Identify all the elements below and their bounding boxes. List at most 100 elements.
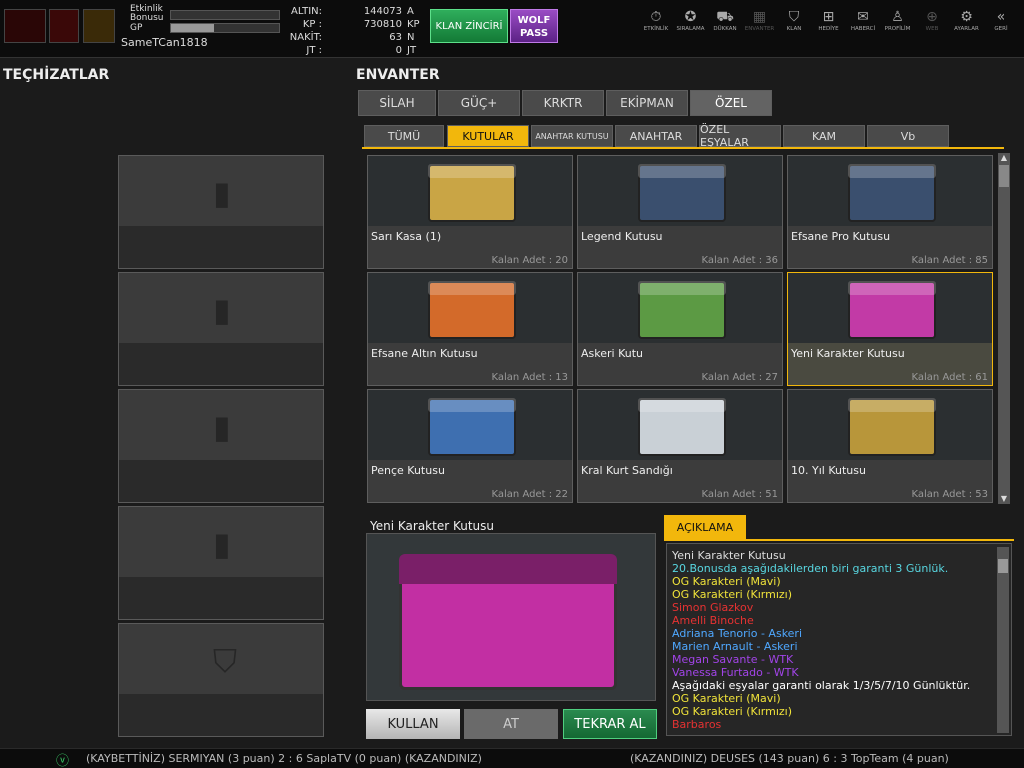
description-line: Vanessa Furtado - WTK — [672, 666, 799, 679]
spray-icon: ▮ — [213, 408, 231, 446]
currency-value: 0 — [395, 45, 402, 56]
item-card[interactable]: Yeni Karakter Kutusu Kalan Adet : 61 — [787, 272, 993, 386]
item-image — [788, 156, 992, 226]
nav-label: HEDİYE — [818, 26, 839, 32]
item-name: Legend Kutusu — [581, 230, 663, 243]
ticker-info-icon: ⓥ — [56, 754, 70, 768]
currency-value: 63 — [389, 32, 402, 43]
item-card[interactable]: Askeri Kutu Kalan Adet : 27 — [577, 272, 783, 386]
subtab-kam[interactable]: KAM — [783, 125, 865, 147]
klan-zinciri-button[interactable]: KLAN ZİNCİRİ — [430, 9, 508, 43]
nav-globe[interactable]: ⊕ WEB — [916, 8, 948, 42]
item-card[interactable]: Legend Kutusu Kalan Adet : 36 — [577, 155, 783, 269]
item-name: 10. Yıl Kutusu — [791, 464, 866, 477]
gp-progress-bar — [170, 23, 280, 33]
currency-row-cash: NAKİT: 63 N — [284, 31, 422, 44]
equipment-slot[interactable]: ⛉ — [118, 623, 324, 737]
currency-label: NAKİT: — [289, 32, 322, 43]
item-image — [368, 273, 572, 343]
description-line: Marien Arnault - Askeri — [672, 640, 798, 653]
tab-silah[interactable]: SİLAH — [358, 90, 436, 116]
subtab-tumu[interactable]: TÜMÜ — [364, 125, 444, 147]
preview-title: Yeni Karakter Kutusu — [370, 519, 495, 533]
description-scroll-thumb[interactable] — [998, 559, 1008, 573]
tab-ekipman[interactable]: EKİPMAN — [606, 90, 688, 116]
tab-krktr[interactable]: KRKTR — [522, 90, 604, 116]
description-line: OG Karakteri (Mavi) — [672, 692, 781, 705]
currency-unit: JT — [407, 45, 417, 56]
scroll-thumb[interactable] — [999, 165, 1009, 187]
use-button[interactable]: KULLAN — [366, 709, 460, 739]
item-name: Kral Kurt Sandığı — [581, 464, 673, 477]
tab-guc[interactable]: GÜÇ+ — [438, 90, 520, 116]
inventory-icon: ▦ — [752, 9, 767, 25]
currency-panel: ALTIN: 144073 A KP : 730810 KP NAKİT: 63 N JT … — [284, 5, 422, 57]
equipment-slot[interactable]: ▮ — [118, 155, 324, 269]
item-count: Kalan Adet : 61 — [911, 372, 988, 383]
match-ticker: ⓥ (KAYBETTİNİZ) SERMIYAN (3 puan) 2 : 6 … — [0, 748, 1024, 768]
nav-inventory[interactable]: ▦ ENVANTER — [744, 8, 776, 42]
item-name: Pençe Kutusu — [371, 464, 445, 477]
item-card[interactable]: Pençe Kutusu Kalan Adet : 22 — [367, 389, 573, 503]
scroll-up-icon[interactable]: ▲ — [998, 153, 1010, 163]
nav-back[interactable]: «GERİ — [985, 8, 1017, 42]
scroll-down-icon[interactable]: ▼ — [998, 494, 1010, 504]
equipment-slot[interactable]: ▮ — [118, 272, 324, 386]
description-line: 20.Bonusda aşağıdakilerden biri garanti … — [672, 562, 949, 575]
description-scrollbar[interactable] — [997, 547, 1009, 733]
rebuy-button[interactable]: TEKRAR AL — [563, 709, 657, 739]
description-line: Amelli Binoche — [672, 614, 754, 627]
drop-button[interactable]: AT — [464, 709, 558, 739]
description-underline — [664, 539, 1014, 541]
item-card[interactable]: Kral Kurt Sandığı Kalan Adet : 51 — [577, 389, 783, 503]
nav-label: PROFİLİM — [884, 26, 911, 32]
nav-label: GERİ — [994, 26, 1008, 32]
ticker-left: (KAYBETTİNİZ) SERMIYAN (3 puan) 2 : 6 Sa… — [86, 752, 482, 765]
nav-megaphone[interactable]: ✉ HABERCİ — [847, 8, 879, 42]
grid-scrollbar[interactable]: ▲ ▼ — [998, 153, 1010, 504]
stopwatch-icon: ⏱ — [650, 9, 662, 25]
nav-cart[interactable]: ⛟ DÜKKAN — [709, 8, 741, 42]
nav-label: SIRALAMA — [676, 26, 705, 32]
subtab-kutular[interactable]: KUTULAR — [447, 125, 529, 147]
item-count: Kalan Adet : 27 — [701, 372, 778, 383]
description-tab[interactable]: AÇIKLAMA — [664, 515, 746, 539]
item-image — [578, 390, 782, 460]
subtab-anahtar-kutusu[interactable]: ANAHTAR KUTUSU — [531, 125, 613, 147]
ticker-right: (KAZANDINIZ) DEUSES (143 puan) 6 : 3 Top… — [630, 752, 949, 765]
nav-profile[interactable]: ♙ PROFİLİM — [882, 8, 914, 42]
nav-medal[interactable]: ✪ SIRALAMA — [675, 8, 707, 42]
item-count: Kalan Adet : 20 — [491, 255, 568, 266]
nav-shield[interactable]: ⛉ KLAN — [778, 8, 810, 42]
back-icon: « — [996, 9, 1006, 25]
nav-stopwatch[interactable]: ⏱ ETKİNLİK — [640, 8, 672, 42]
subtab-underline — [362, 147, 1004, 149]
box-lid — [848, 164, 936, 178]
item-card[interactable]: Efsane Pro Kutusu Kalan Adet : 85 — [787, 155, 993, 269]
player-name: SameTCan1818 — [121, 36, 208, 49]
item-image — [368, 390, 572, 460]
nav-gift[interactable]: ⊞ HEDİYE — [813, 8, 845, 42]
item-card[interactable]: 10. Yıl Kutusu Kalan Adet : 53 — [787, 389, 993, 503]
item-name: Askeri Kutu — [581, 347, 643, 360]
equipment-slot[interactable]: ▮ — [118, 389, 324, 503]
item-count: Kalan Adet : 53 — [911, 489, 988, 500]
description-line: OG Karakteri (Mavi) — [672, 575, 781, 588]
currency-label: JT : — [306, 45, 322, 56]
subtab-ozel-esyalar[interactable]: ÖZEL EŞYALAR — [699, 123, 781, 149]
nav-gear[interactable]: ⚙ AYARLAR — [951, 8, 983, 42]
equipment-slot[interactable]: ▮ — [118, 506, 324, 620]
description-line: Aşağıdaki eşyalar garanti olarak 1/3/5/7… — [672, 679, 971, 692]
item-card[interactable]: Sarı Kasa (1) Kalan Adet : 20 — [367, 155, 573, 269]
cart-icon: ⛟ — [716, 9, 734, 25]
shield-icon: ⛉ — [213, 642, 238, 680]
subtab-vb[interactable]: Vb — [867, 125, 949, 147]
item-card[interactable]: Efsane Altın Kutusu Kalan Adet : 13 — [367, 272, 573, 386]
spray-icon: ▮ — [213, 525, 231, 563]
nav-label: ETKİNLİK — [643, 26, 669, 32]
tab-ozel[interactable]: ÖZEL — [690, 90, 772, 116]
clan-logo-2 — [49, 9, 79, 43]
subtab-anahtar[interactable]: ANAHTAR — [615, 125, 697, 147]
rank-badge-icon — [83, 9, 115, 43]
wolf-pass-button[interactable]: WOLF PASS — [510, 9, 558, 43]
